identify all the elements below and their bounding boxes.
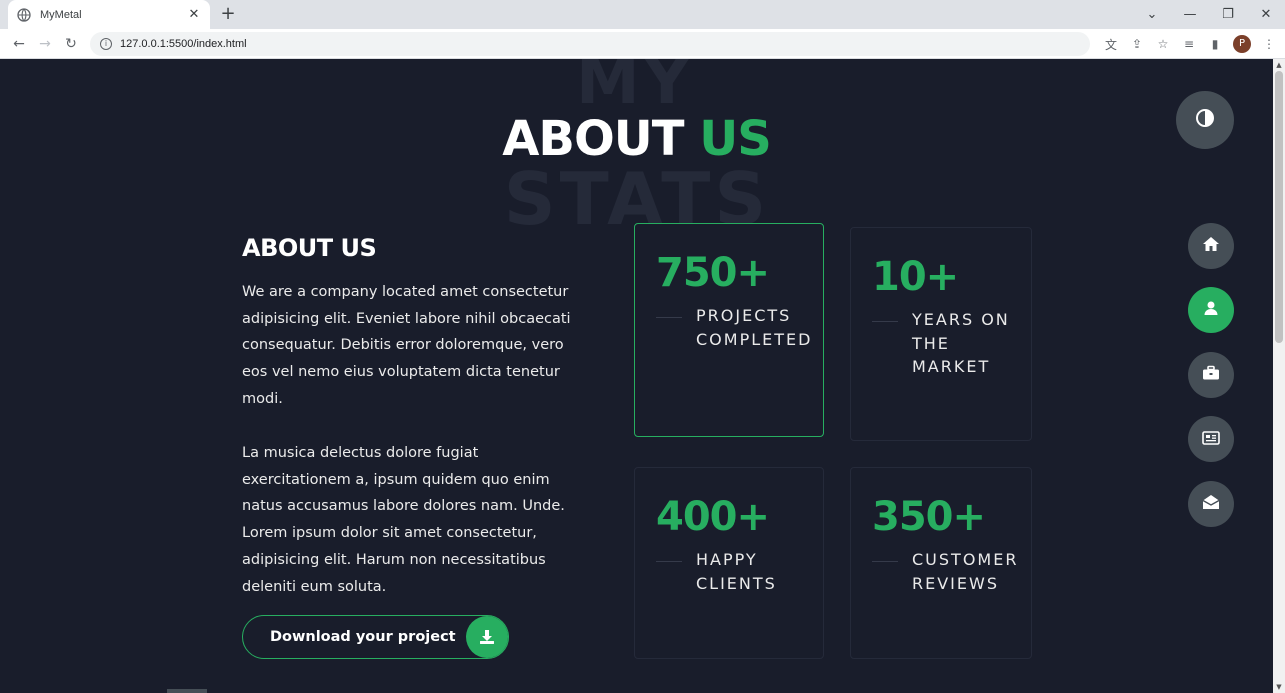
nav-portfolio-button[interactable] (1188, 352, 1234, 398)
browser-tab-bar: MyMetal ✕ + ⌄ — ❐ ✕ (0, 0, 1285, 29)
stat-card-clients: 400+ HAPPY CLIENTS (634, 467, 824, 659)
translate-icon[interactable]: 文 (1103, 36, 1119, 53)
page-title-part1: ABOUT (502, 111, 684, 167)
scroll-up-icon[interactable]: ▲ (1273, 59, 1285, 71)
home-icon (1202, 236, 1220, 256)
forward-icon[interactable]: → (32, 36, 58, 52)
scroll-indicator (167, 689, 207, 693)
nav-contact-button[interactable] (1188, 481, 1234, 527)
briefcase-icon (1202, 365, 1220, 385)
stat-label: PROJECTS COMPLETED (696, 306, 813, 349)
envelope-open-icon (1202, 494, 1220, 514)
stat-label: YEARS ON THE MARKET (912, 310, 1010, 376)
nav-home-button[interactable] (1188, 223, 1234, 269)
nav-about-button[interactable] (1188, 287, 1234, 333)
newspaper-icon (1202, 430, 1220, 449)
stat-divider (872, 561, 898, 562)
restore-icon[interactable]: ❐ (1209, 7, 1247, 22)
profile-avatar[interactable]: P (1233, 35, 1251, 53)
about-heading: ABOUT US (242, 234, 377, 262)
stat-card-years: 10+ YEARS ON THE MARKET (850, 227, 1032, 441)
stat-number: 750+ (656, 250, 770, 296)
stat-label: HAPPY CLIENTS (696, 550, 777, 593)
window-controls: ⌄ — ❐ ✕ (1133, 0, 1285, 29)
stat-label: CUSTOMER REVIEWS (912, 550, 1019, 593)
stat-card-projects: 750+ PROJECTS COMPLETED (634, 223, 824, 437)
browser-toolbar: ← → ↻ i 127.0.0.1:5500/index.html 文 ⇪ ☆ … (0, 29, 1285, 59)
about-paragraph-1: We are a company located amet consectetu… (242, 284, 571, 407)
more-menu-icon[interactable]: ⋮ (1261, 37, 1277, 51)
share-icon[interactable]: ⇪ (1129, 37, 1145, 51)
nav-blog-button[interactable] (1188, 416, 1234, 462)
url-text: 127.0.0.1:5500/index.html (120, 38, 247, 50)
stat-divider (872, 321, 898, 322)
stat-divider (656, 561, 682, 562)
about-paragraph-2: La musica delectus dolore fugiat exercit… (242, 445, 565, 595)
stat-card-reviews: 350+ CUSTOMER REVIEWS (850, 467, 1032, 659)
new-tab-icon[interactable]: + (218, 4, 238, 24)
scrollbar-thumb[interactable] (1275, 71, 1283, 343)
background-word-top: MY (575, 59, 695, 119)
download-button-label: Download your project (270, 629, 456, 645)
stat-number: 400+ (656, 494, 770, 540)
stat-number: 10+ (872, 254, 959, 300)
page-scrollbar[interactable]: ▲ ▼ (1273, 59, 1285, 693)
chevron-down-icon[interactable]: ⌄ (1133, 7, 1171, 22)
user-icon (1203, 300, 1219, 320)
tab-title: MyMetal (40, 8, 82, 21)
page-title-accent: US (699, 111, 772, 167)
download-icon (466, 616, 508, 658)
contrast-icon (1195, 108, 1215, 132)
minimize-icon[interactable]: — (1171, 7, 1209, 22)
toolbar-actions: 文 ⇪ ☆ ≡ ▮ P ⋮ (1103, 29, 1277, 59)
back-icon[interactable]: ← (6, 36, 32, 52)
side-panel-icon[interactable]: ▮ (1207, 37, 1223, 51)
close-tab-icon[interactable]: ✕ (186, 7, 202, 22)
star-icon[interactable]: ☆ (1155, 37, 1171, 51)
download-project-button[interactable]: Download your project (242, 615, 509, 659)
reload-icon[interactable]: ↻ (58, 36, 84, 52)
close-window-icon[interactable]: ✕ (1247, 7, 1285, 22)
page-viewport: MY STATS ABOUT US ABOUT US We are a comp… (0, 59, 1273, 693)
reading-list-icon[interactable]: ≡ (1181, 37, 1197, 51)
theme-toggle-button[interactable] (1176, 91, 1234, 149)
browser-tab[interactable]: MyMetal ✕ (8, 0, 210, 29)
page-title: ABOUT US (0, 111, 1273, 167)
stat-number: 350+ (872, 494, 986, 540)
globe-icon (16, 7, 32, 23)
address-bar[interactable]: i 127.0.0.1:5500/index.html (90, 32, 1090, 56)
stat-divider (656, 317, 682, 318)
info-icon[interactable]: i (100, 38, 112, 50)
scroll-down-icon[interactable]: ▼ (1273, 681, 1285, 693)
